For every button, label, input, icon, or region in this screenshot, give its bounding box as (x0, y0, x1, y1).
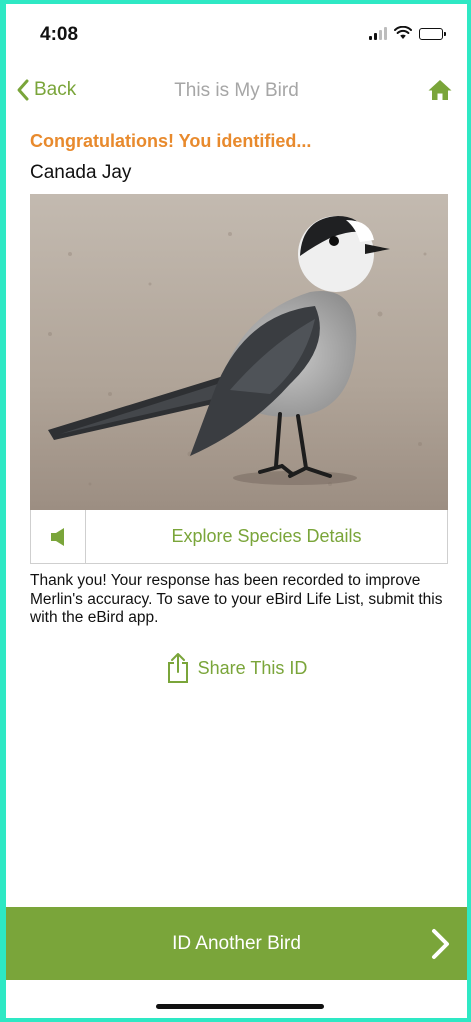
play-sound-button[interactable] (31, 510, 86, 563)
id-another-bird-label: ID Another Bird (172, 932, 301, 954)
battery-icon (419, 28, 446, 40)
bird-illustration (30, 194, 448, 510)
status-time: 4:08 (40, 24, 79, 45)
screen: 4:08 Back This is My Bird Congratulation… (6, 4, 467, 1018)
status-bar: 4:08 (6, 4, 467, 62)
share-icon (167, 653, 188, 683)
cellular-signal-icon (369, 26, 387, 40)
bird-photo (30, 194, 448, 510)
photo-actions: Explore Species Details (30, 510, 448, 564)
share-label: Share This ID (197, 657, 308, 678)
nav-bar: Back This is My Bird (6, 70, 467, 114)
chevron-right-icon (432, 929, 449, 959)
home-icon (428, 80, 452, 100)
speaker-icon (51, 527, 64, 546)
page-title: This is My Bird (174, 80, 299, 101)
species-name: Canada Jay (30, 162, 132, 183)
status-icons (369, 26, 446, 40)
explore-species-details-button[interactable]: Explore Species Details (86, 510, 447, 563)
thank-you-message: Thank you! Your response has been record… (30, 572, 443, 626)
wifi-icon (394, 26, 412, 39)
home-button[interactable] (427, 78, 453, 107)
share-id-button[interactable]: Share This ID (6, 652, 467, 684)
id-another-bird-button[interactable]: ID Another Bird (6, 907, 467, 980)
congrats-heading: Congratulations! You identified... (30, 131, 312, 151)
home-indicator (156, 1004, 324, 1009)
